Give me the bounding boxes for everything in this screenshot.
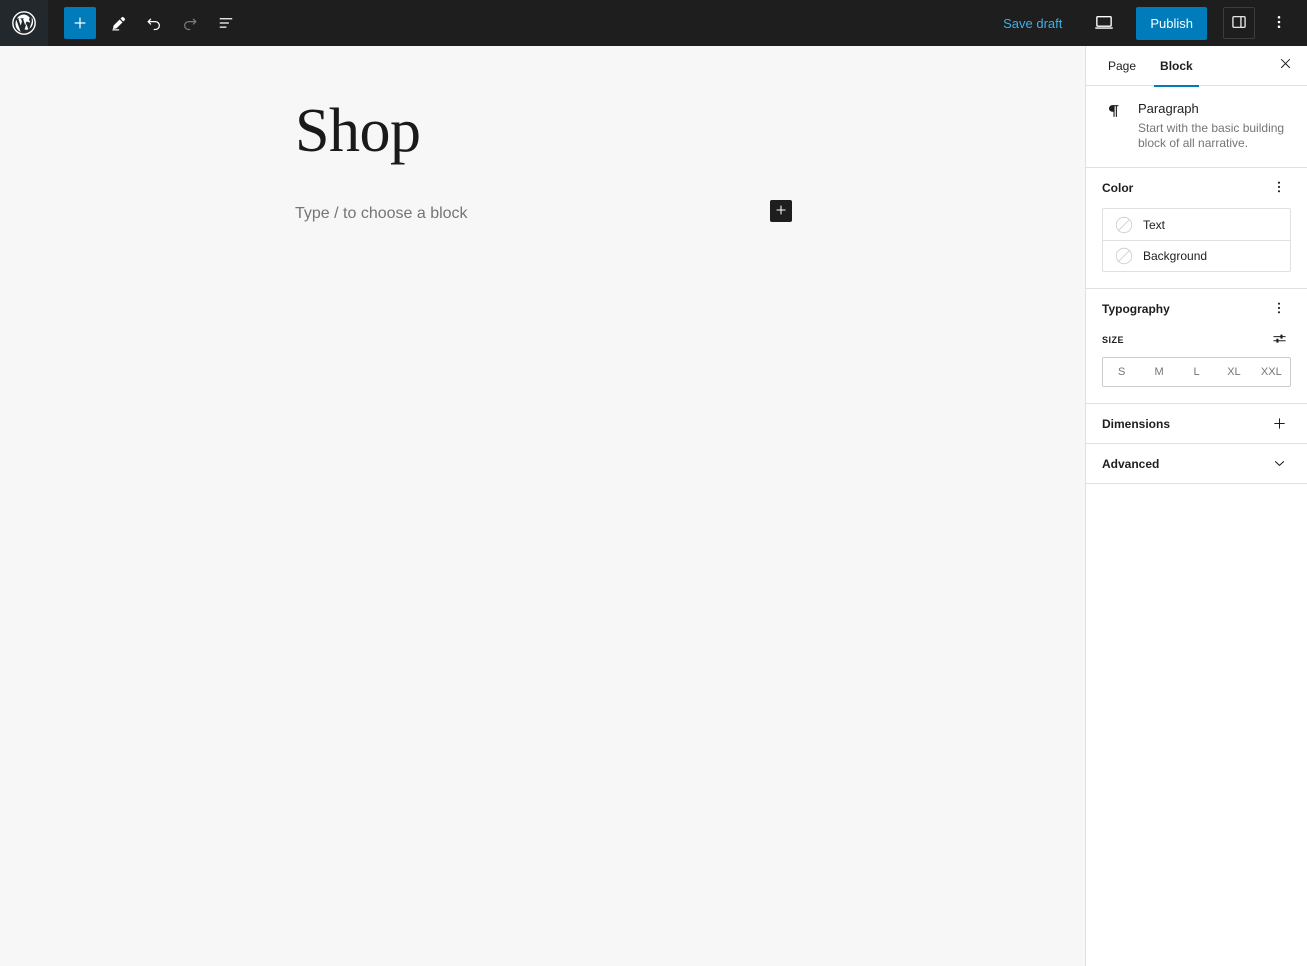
block-placeholder-text: Type / to choose a block	[295, 205, 468, 223]
list-view-button[interactable]	[210, 7, 242, 39]
kebab-menu-icon	[1271, 179, 1287, 198]
wordpress-logo-icon	[11, 10, 37, 36]
tools-button[interactable]	[102, 7, 134, 39]
settings-sidebar: Page Block Paragraph Start with the basi…	[1086, 46, 1307, 966]
page-title[interactable]: Shop	[295, 96, 1025, 167]
add-block-button[interactable]	[64, 7, 96, 39]
typography-panel-options-button[interactable]	[1267, 297, 1291, 321]
kebab-menu-icon	[1271, 300, 1287, 319]
typography-panel-header: Typography	[1102, 289, 1291, 329]
selected-block-info: Paragraph Start with the basic building …	[1138, 101, 1291, 151]
plus-icon[interactable]	[1267, 412, 1291, 436]
selected-block-card: Paragraph Start with the basic building …	[1086, 86, 1307, 168]
color-panel-header: Color	[1102, 168, 1291, 208]
color-option-text[interactable]: Text	[1103, 209, 1290, 240]
block-card-description: Start with the basic building block of a…	[1138, 121, 1285, 150]
block-card-title: Paragraph	[1138, 101, 1199, 116]
plus-icon	[774, 203, 788, 220]
close-icon	[1278, 56, 1293, 74]
desktop-preview-icon	[1093, 11, 1115, 36]
header-left-toolbar	[48, 0, 242, 46]
kebab-menu-icon	[1269, 12, 1289, 35]
header-right-toolbar: Save draft Publish	[991, 0, 1307, 46]
color-panel: Color Text Background	[1086, 168, 1307, 289]
settings-sidebar-toggle[interactable]	[1223, 7, 1255, 39]
tab-page[interactable]: Page	[1096, 46, 1148, 86]
typography-panel: Typography Size	[1086, 289, 1307, 404]
color-option-label: Background	[1143, 249, 1208, 263]
font-size-option-l[interactable]: L	[1177, 358, 1216, 386]
editor-header: Save draft Publish	[0, 0, 1307, 46]
font-size-option-m[interactable]: M	[1140, 358, 1178, 386]
font-size-option-xl[interactable]: XL	[1215, 358, 1253, 386]
undo-button[interactable]	[138, 7, 170, 39]
color-option-background[interactable]: Background	[1103, 240, 1290, 271]
advanced-panel-title: Advanced	[1102, 456, 1160, 471]
editor-canvas[interactable]: Shop Type / to choose a block	[0, 46, 1086, 966]
pencil-icon	[109, 14, 128, 33]
font-size-option-xxl[interactable]: XXL	[1252, 358, 1290, 386]
empty-paragraph-block[interactable]: Type / to choose a block	[295, 200, 1025, 228]
color-options-list: Text Background	[1102, 208, 1291, 272]
font-size-segmented-control: S M L XL XXL	[1102, 357, 1291, 387]
font-size-header: Size	[1102, 329, 1291, 351]
save-draft-button[interactable]: Save draft	[991, 10, 1074, 37]
sidebar-panel-icon	[1230, 13, 1248, 34]
paragraph-pilcrow-icon	[1102, 101, 1126, 151]
close-sidebar-button[interactable]	[1271, 51, 1299, 79]
color-panel-title: Color	[1102, 181, 1134, 195]
font-size-custom-button[interactable]	[1267, 328, 1291, 352]
none-diagonal-swatch	[1115, 247, 1133, 265]
color-panel-options-button[interactable]	[1267, 176, 1291, 200]
redo-icon	[180, 13, 200, 33]
preview-button[interactable]	[1086, 7, 1122, 39]
dimensions-panel-title: Dimensions	[1102, 416, 1171, 431]
editor-root: Save draft Publish Shop Type / to choose…	[0, 0, 1307, 966]
undo-icon	[144, 13, 164, 33]
advanced-panel[interactable]: Advanced	[1086, 444, 1307, 484]
tab-block[interactable]: Block	[1148, 46, 1205, 87]
sliders-icon	[1271, 330, 1288, 350]
post-content-area: Shop Type / to choose a block	[0, 46, 1085, 228]
plus-icon	[71, 14, 89, 32]
inline-block-inserter-button[interactable]	[770, 200, 792, 223]
sidebar-tablist: Page Block	[1086, 46, 1307, 87]
typography-panel-title: Typography	[1102, 302, 1170, 316]
redo-button[interactable]	[174, 7, 206, 39]
more-options-button[interactable]	[1263, 7, 1295, 39]
publish-button[interactable]: Publish	[1136, 6, 1207, 40]
wordpress-logo-button[interactable]	[0, 0, 48, 46]
color-option-label: Text	[1143, 217, 1166, 232]
list-view-icon	[216, 13, 236, 33]
dimensions-panel[interactable]: Dimensions	[1086, 404, 1307, 444]
none-diagonal-swatch	[1115, 216, 1133, 234]
chevron-down-icon[interactable]	[1267, 452, 1291, 476]
editor-body: Shop Type / to choose a block Page Block…	[0, 46, 1307, 966]
font-size-label: Size	[1102, 335, 1125, 345]
font-size-option-s[interactable]: S	[1103, 358, 1141, 386]
